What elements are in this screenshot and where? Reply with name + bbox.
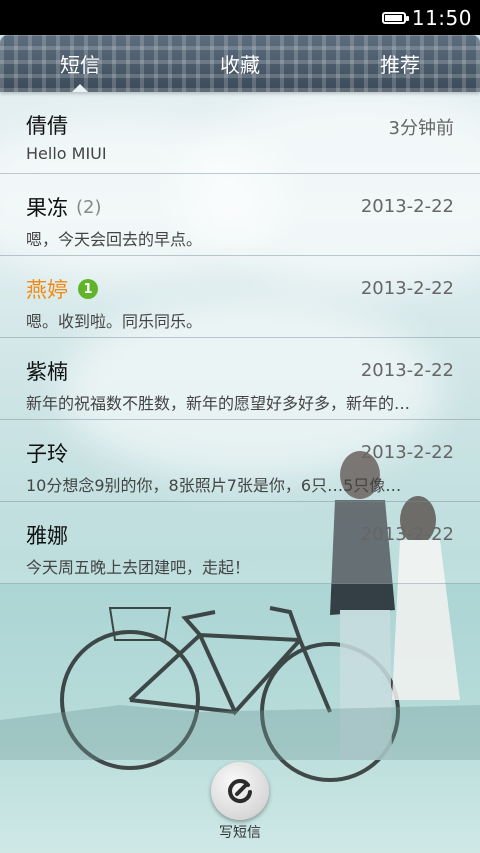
compose-button[interactable] [211, 762, 269, 820]
tab-label: 短信 [60, 53, 100, 77]
message-date: 2013-2-22 [360, 524, 454, 545]
tab-bar: 短信 收藏 推荐 [0, 35, 480, 92]
tab-messages[interactable]: 短信 [0, 35, 160, 92]
status-time: 11:50 [411, 5, 472, 30]
contact-name: 果冻 [26, 196, 68, 220]
message-date: 2013-2-22 [360, 442, 454, 463]
contact-name: 燕婷 [26, 278, 68, 302]
tab-label: 推荐 [380, 53, 420, 77]
conversation-row[interactable]: 果冻 (2) 2013-2-22 嗯，今天会回去的早点。 [0, 174, 480, 256]
conversation-row[interactable]: 倩倩 3分钟前 Hello MIUI [0, 92, 480, 174]
compose-icon [228, 779, 252, 804]
conversation-row[interactable]: 雅娜 2013-2-22 今天周五晚上去团建吧，走起！ [0, 502, 480, 584]
tab-recommended[interactable]: 推荐 [320, 35, 480, 92]
message-preview: 嗯。收到啦。同乐同乐。 [26, 312, 203, 331]
battery-icon [381, 11, 409, 24]
tab-label: 收藏 [220, 53, 260, 77]
tab-favorites[interactable]: 收藏 [160, 35, 320, 92]
message-date: 3分钟前 [388, 118, 454, 139]
message-preview: 新年的祝福数不胜数，新年的愿望好多好多，新年的… [26, 394, 411, 413]
message-preview: 嗯，今天会回去的早点。 [26, 230, 203, 249]
message-count: (2) [76, 196, 102, 218]
message-date: 2013-2-22 [360, 278, 454, 299]
message-preview: 今天周五晚上去团建吧，走起！ [26, 558, 251, 577]
message-date: 2013-2-22 [360, 196, 454, 217]
compose-label: 写短信 [219, 825, 261, 841]
conversation-row[interactable]: 紫楠 2013-2-22 新年的祝福数不胜数，新年的愿望好多好多，新年的… [0, 338, 480, 420]
contact-name: 子玲 [26, 442, 68, 466]
message-preview: 10分想念9别的你，8张照片7张是你，6只…5只像… [26, 476, 402, 495]
message-date: 2013-2-22 [360, 360, 454, 381]
message-preview: Hello MIUI [26, 144, 107, 163]
conversation-row[interactable]: 子玲 2013-2-22 10分想念9别的你，8张照片7张是你，6只…5只像… [0, 420, 480, 502]
conversation-list: 倩倩 3分钟前 Hello MIUI 果冻 (2) 2013-2-22 嗯，今天会… [0, 92, 480, 584]
unread-badge: 1 [78, 279, 98, 299]
status-bar: 11:50 [0, 0, 480, 35]
contact-name: 紫楠 [26, 360, 68, 384]
conversation-row[interactable]: 燕婷 1 2013-2-22 嗯。收到啦。同乐同乐。 [0, 256, 480, 338]
contact-name: 雅娜 [26, 524, 68, 548]
contact-name: 倩倩 [26, 114, 68, 138]
